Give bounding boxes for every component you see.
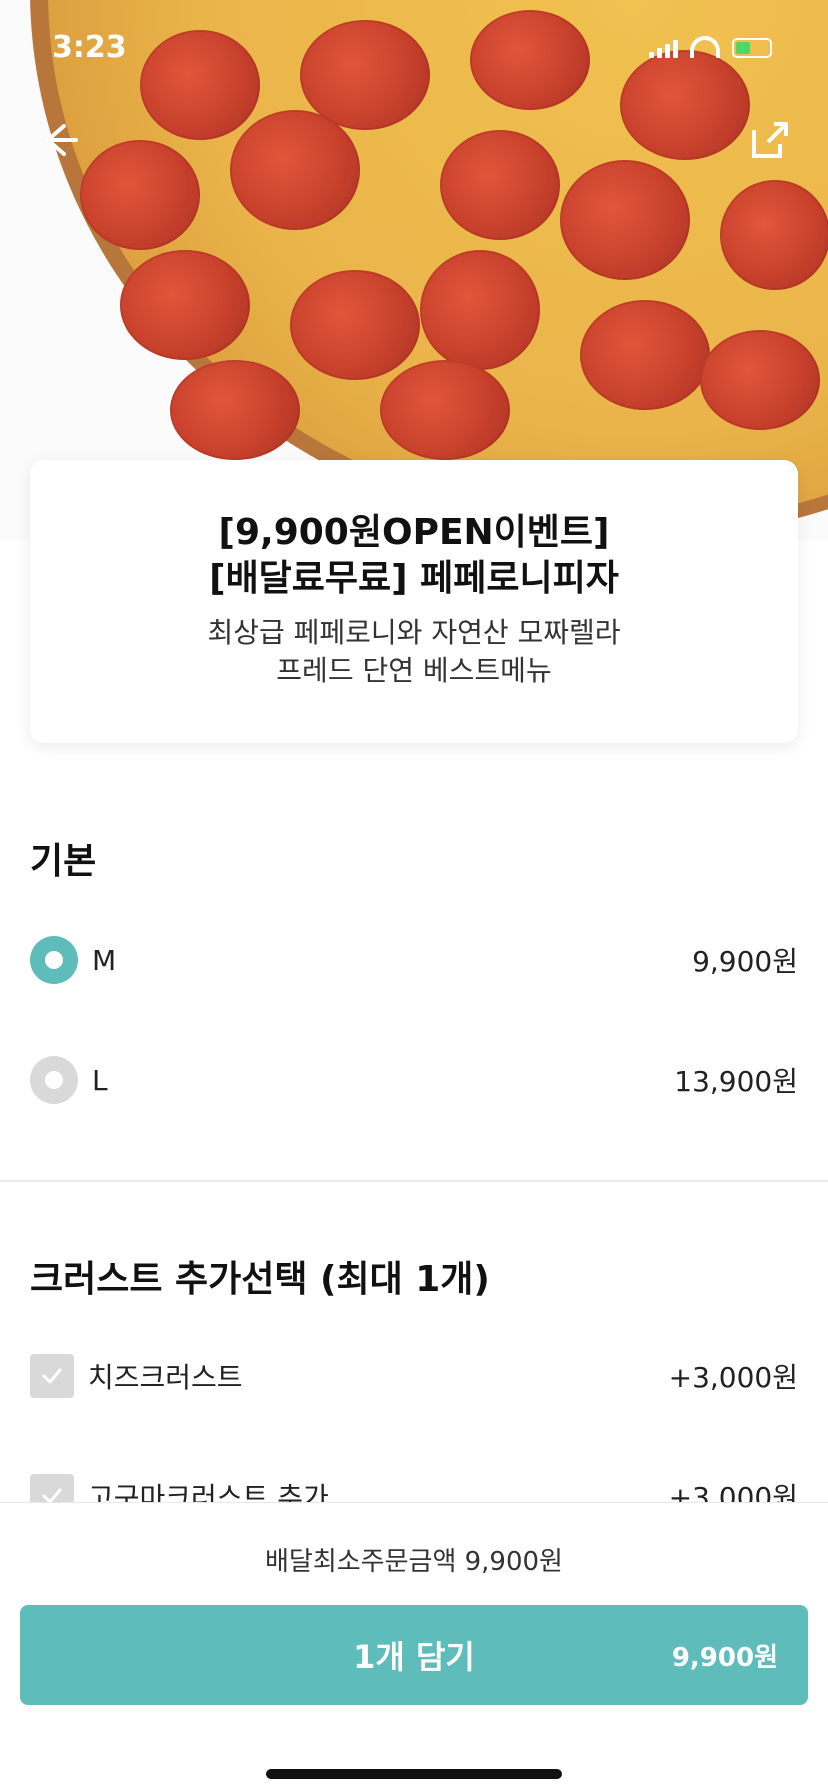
product-title-card: [9,900원OPEN이벤트] [배달료무료] 페페로니피자 최상급 페페로니와… xyxy=(30,460,798,743)
crust-section-heading: 크러스트 추가선택 (최대 1개) xyxy=(30,1259,490,1300)
cellular-signal-icon xyxy=(649,40,678,58)
checkbox-icon[interactable] xyxy=(30,1354,74,1398)
add-to-cart-amount: 9,900원 xyxy=(671,1642,778,1673)
status-icons xyxy=(649,36,772,58)
pepperoni xyxy=(290,270,420,380)
pepperoni xyxy=(580,300,710,410)
size-option-price: 13,900원 xyxy=(674,1065,798,1098)
product-image: 3:23 xyxy=(0,0,828,540)
product-description-line1: 최상급 페페로니와 자연산 모짜렐라 xyxy=(207,616,621,649)
home-indicator[interactable] xyxy=(266,1769,562,1779)
pepperoni xyxy=(80,140,200,250)
size-option-label: M xyxy=(92,943,117,977)
battery-icon xyxy=(732,38,772,58)
radio-selected-icon[interactable] xyxy=(30,936,78,984)
pepperoni xyxy=(560,160,690,280)
pepperoni xyxy=(380,360,510,460)
status-bar: 3:23 xyxy=(0,0,828,100)
size-option-m[interactable]: M 9,900원 xyxy=(30,930,798,990)
pepperoni xyxy=(170,360,300,460)
add-to-cart-button[interactable]: 1개 담기 9,900원 xyxy=(20,1605,808,1705)
add-to-cart-label: 1개 담기 xyxy=(353,1638,475,1676)
bottom-order-bar: 배달최소주문금액 9,900원 1개 담기 9,900원 xyxy=(0,1502,828,1792)
crust-option-cheese[interactable]: 치즈크러스트 +3,000원 xyxy=(30,1346,798,1406)
pepperoni xyxy=(720,180,828,290)
share-icon[interactable] xyxy=(748,118,792,162)
pepperoni xyxy=(700,330,820,430)
pepperoni xyxy=(230,110,360,230)
pepperoni xyxy=(440,130,560,240)
radio-unselected-icon[interactable] xyxy=(30,1056,78,1104)
crust-option-label: 치즈크러스트 xyxy=(88,1361,243,1394)
wifi-icon xyxy=(690,36,720,58)
product-description-line2: 프레드 단연 베스트메뉴 xyxy=(276,654,552,687)
product-title-line2: [배달료무료] 페페로니피자 xyxy=(209,558,619,599)
size-option-price: 9,900원 xyxy=(692,945,798,978)
size-option-l[interactable]: L 13,900원 xyxy=(30,1050,798,1110)
min-order-text: 배달최소주문금액 9,900원 xyxy=(265,1547,563,1577)
product-title-line1: [9,900원OPEN이벤트] xyxy=(218,512,610,553)
size-option-label: L xyxy=(92,1063,108,1097)
section-divider xyxy=(0,1180,828,1182)
back-arrow-icon[interactable] xyxy=(36,118,80,162)
pepperoni xyxy=(120,250,250,360)
status-time: 3:23 xyxy=(52,30,127,65)
crust-option-price: +3,000원 xyxy=(668,1361,798,1394)
basic-section-heading: 기본 xyxy=(30,841,97,882)
pepperoni xyxy=(420,250,540,370)
